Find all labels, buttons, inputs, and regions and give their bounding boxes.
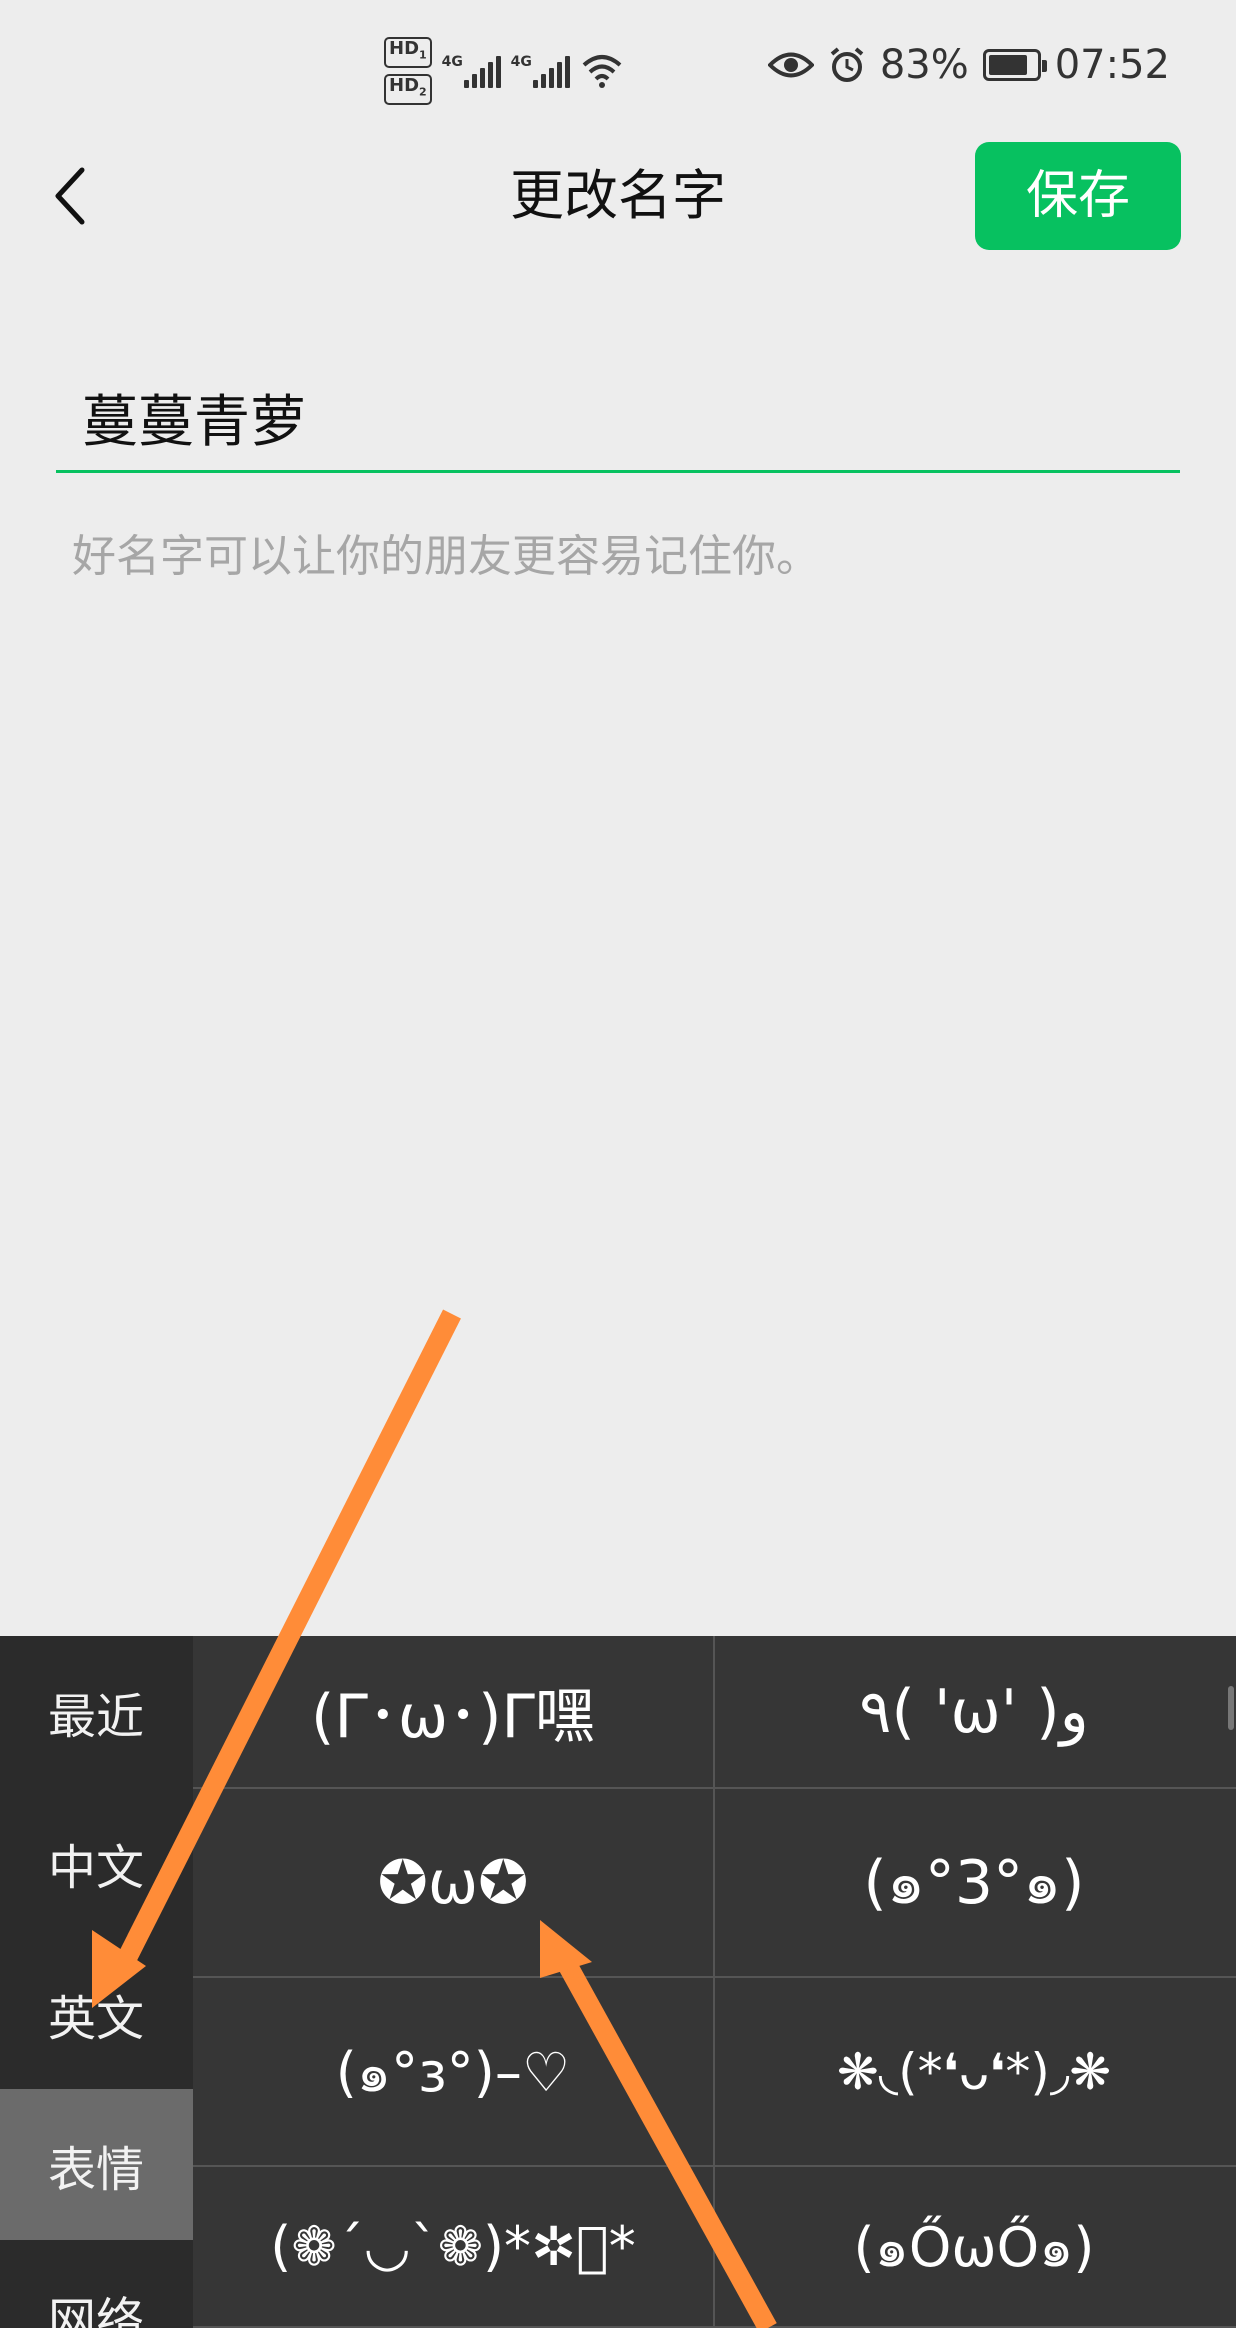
clock-time: 07:52 [1054, 42, 1170, 88]
category-emoticons[interactable]: 表情 [0, 2089, 193, 2240]
sim1-hd-badge: HD1 [384, 37, 432, 68]
emoticon-row: (๑°ɜ°)–♡ ❋◟(*❛ᴗ❛*)◞❋ [193, 1978, 1236, 2167]
alarm-icon [830, 47, 864, 82]
emoticon-key[interactable]: (❁´◡`❁)*✲ﾟ* [193, 2167, 713, 2326]
category-network[interactable]: 网络 [0, 2240, 193, 2328]
keyboard-category-list: 最近 中文 英文 表情 网络 [0, 1636, 193, 2328]
chevron-left-icon [55, 167, 85, 225]
name-hint: 好名字可以让你的朋友更容易记住你。 [72, 531, 820, 582]
sim-indicators: HD1 HD2 [384, 37, 432, 105]
emoticon-key[interactable]: ٩( 'ω' )و [713, 1636, 1233, 1787]
emoticon-row: (❁´◡`❁)*✲ﾟ* (๑ŐѡŐ๑) [193, 2167, 1236, 2328]
emoticon-grid: (Γ･ω･)Γ嘿 ٩( 'ω' )و ✪ω✪ (๑°3°๑) (๑°ɜ°)–♡ … [193, 1636, 1236, 2328]
network1-label: 4G [441, 54, 463, 70]
emoticon-key[interactable]: (๑°ɜ°)–♡ [193, 1978, 713, 2165]
emoticon-key[interactable]: (๑ŐѡŐ๑) [713, 2167, 1233, 2326]
battery-percent: 83% [879, 42, 969, 88]
battery-icon [982, 49, 1047, 81]
emoticon-key[interactable]: (๑°3°๑) [713, 1789, 1233, 1976]
name-input[interactable]: 蔓蔓青萝 [56, 365, 1180, 473]
category-english[interactable]: 英文 [0, 1938, 193, 2089]
network-indicators: HD1 HD2 4G 4G [384, 36, 624, 106]
wifi-icon [582, 55, 621, 88]
emoticon-keyboard: 最近 中文 英文 表情 网络 (Γ･ω･)Γ嘿 ٩( 'ω' )و ✪ω✪ (๑… [0, 1636, 1236, 2328]
emoticon-key[interactable]: ❋◟(*❛ᴗ❛*)◞❋ [713, 1978, 1233, 2165]
back-button[interactable] [40, 160, 100, 232]
emoticon-row: ✪ω✪ (๑°3°๑) [193, 1789, 1236, 1978]
save-button[interactable]: 保存 [975, 142, 1181, 250]
signal-icon: 4G [511, 54, 570, 88]
status-bar: HD1 HD2 4G 4G 83% 07:52 [0, 0, 1236, 130]
emoticon-key[interactable]: (Γ･ω･)Γ嘿 [193, 1636, 713, 1787]
emoticon-row: (Γ･ω･)Γ嘿 ٩( 'ω' )و [193, 1636, 1236, 1789]
network2-label: 4G [510, 54, 532, 70]
sim2-hd-badge: HD2 [384, 74, 432, 105]
status-right: 83% 07:52 [767, 42, 1170, 88]
category-chinese[interactable]: 中文 [0, 1787, 193, 1938]
signal-icon: 4G [442, 54, 501, 88]
keyboard-scrollbar[interactable] [1228, 1686, 1234, 1730]
category-recent[interactable]: 最近 [0, 1636, 193, 1787]
emoticon-key[interactable]: ✪ω✪ [193, 1789, 713, 1976]
eye-icon [767, 52, 814, 78]
